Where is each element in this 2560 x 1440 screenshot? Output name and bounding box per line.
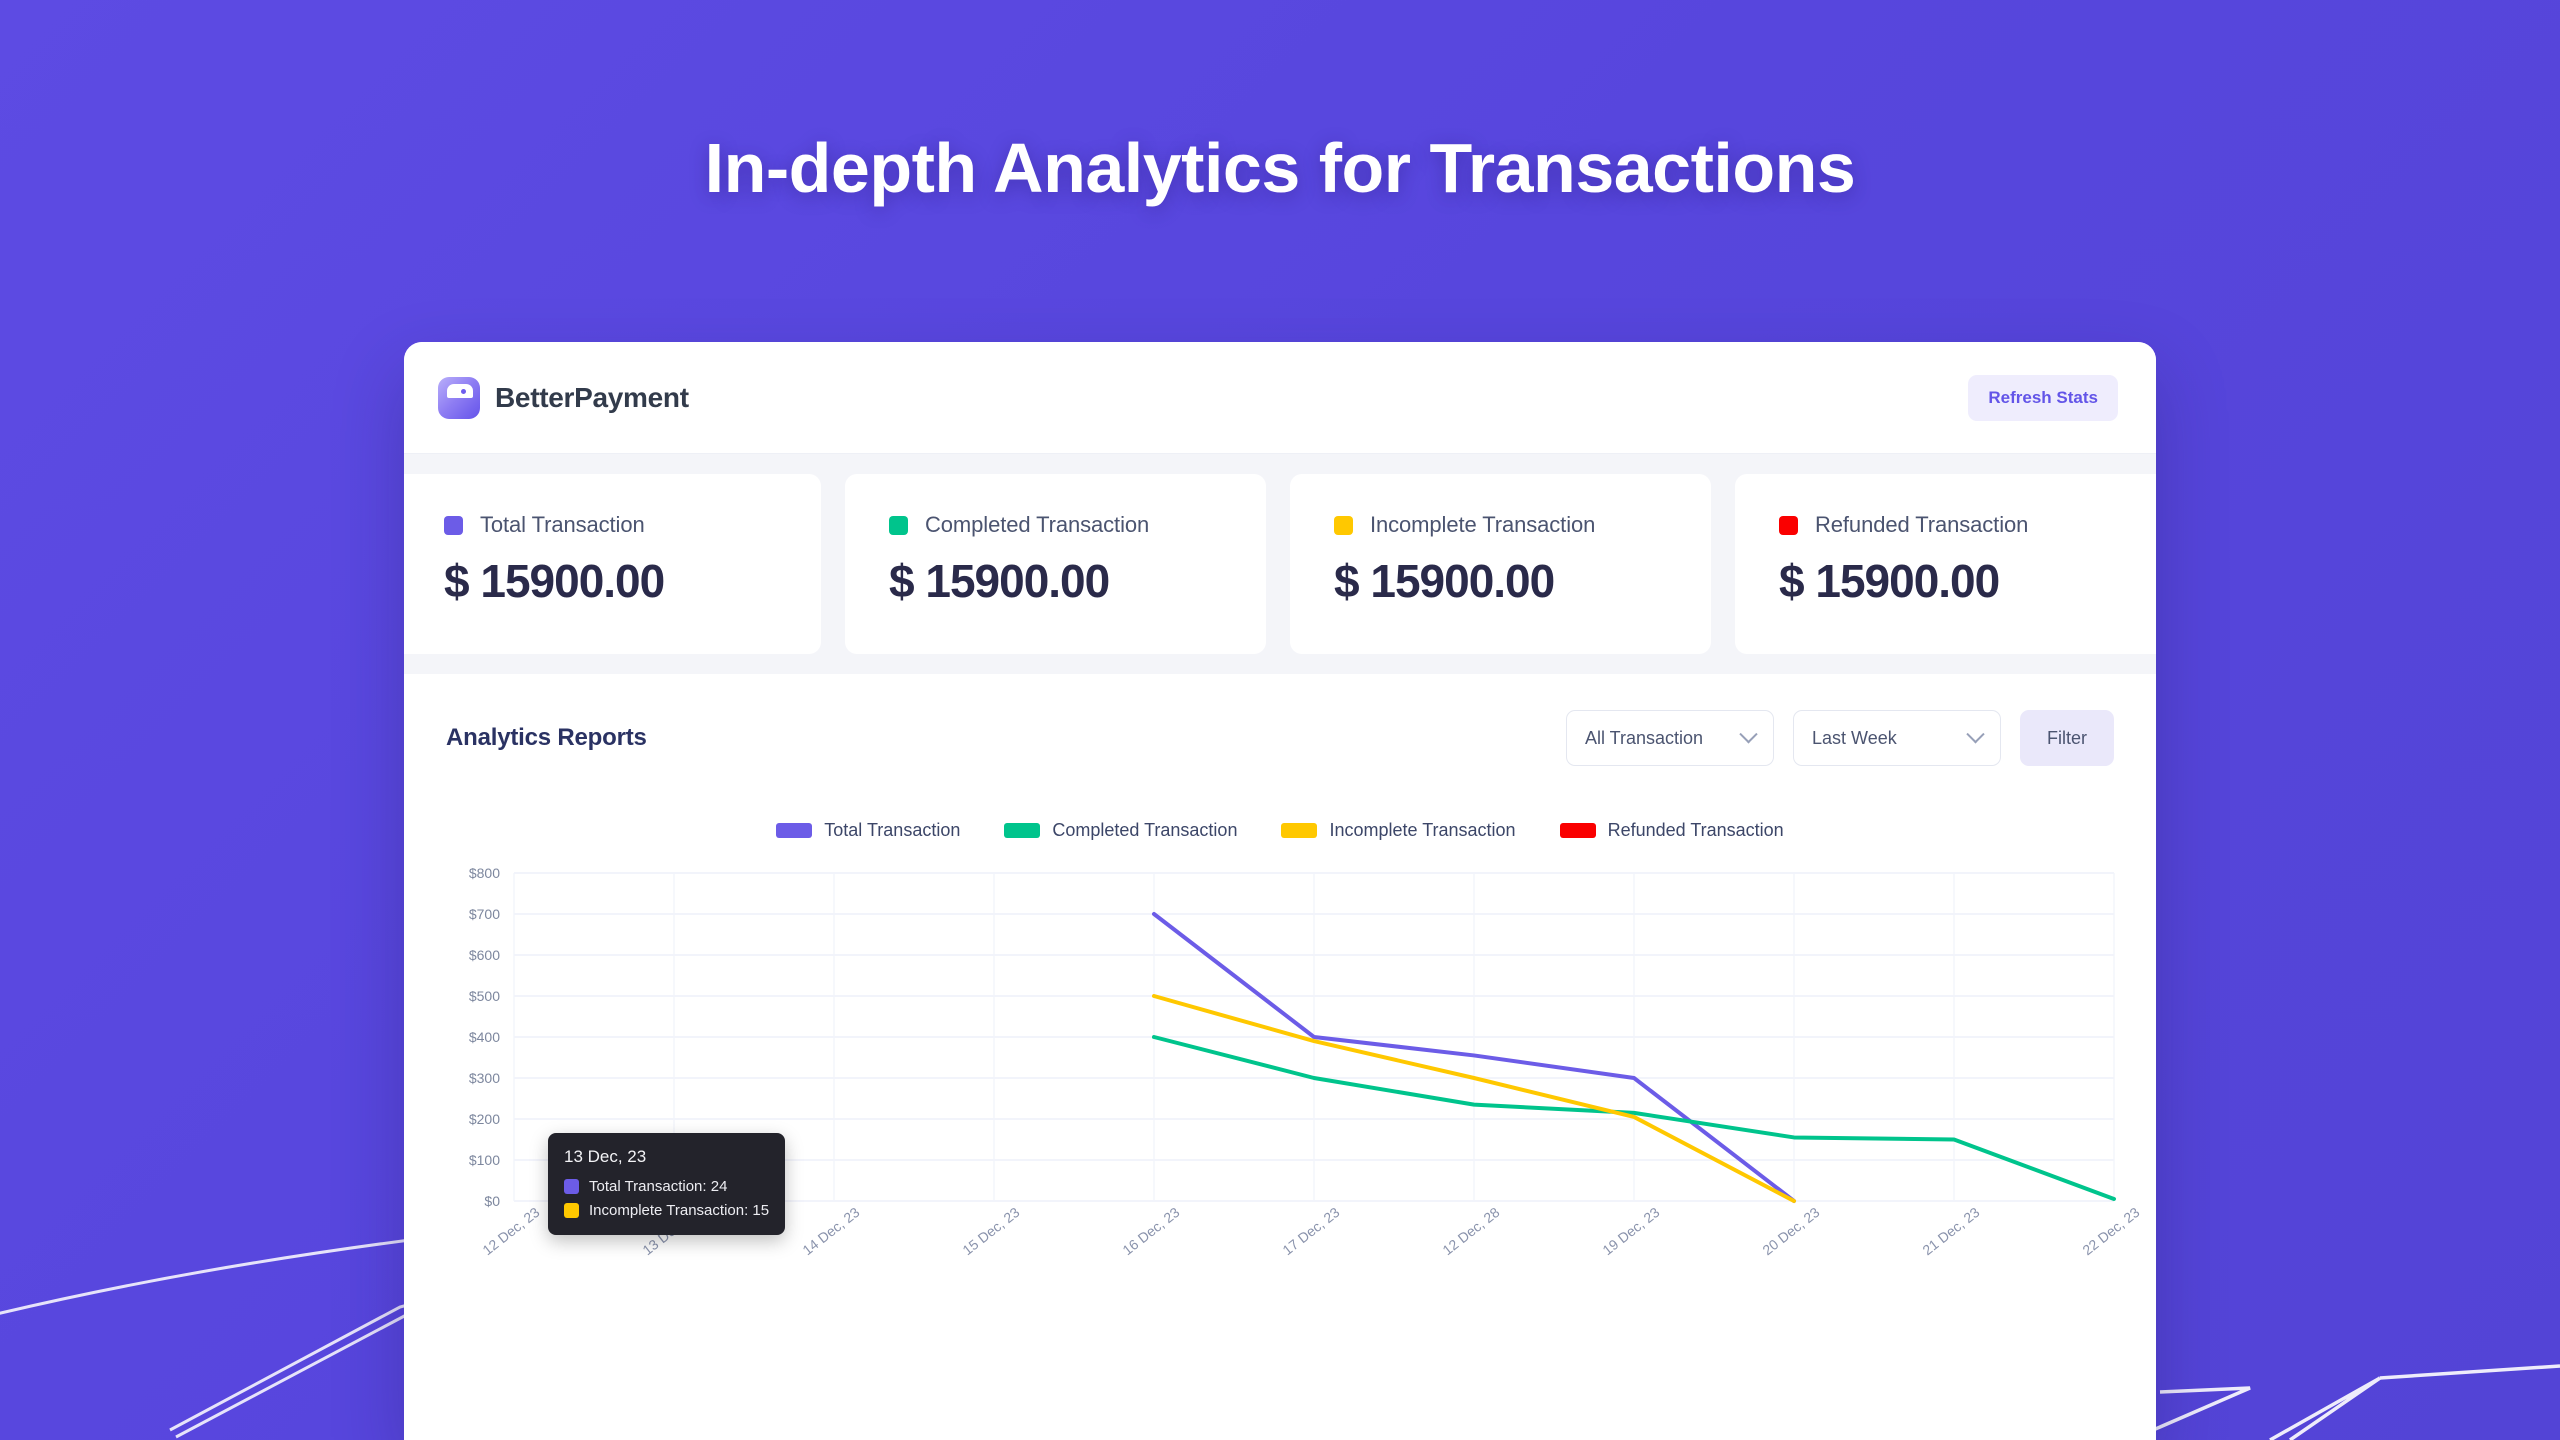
svg-text:21 Dec, 23: 21 Dec, 23 [1919,1204,1982,1258]
svg-text:$800: $800 [469,865,500,881]
wallet-icon [438,376,480,419]
svg-text:22 Dec, 23: 22 Dec, 23 [2079,1204,2142,1258]
period-select[interactable]: Last Week [1793,710,2001,766]
stats-band: Total Transaction $ 15900.00 Completed T… [404,454,2156,674]
stat-label: Incomplete Transaction [1370,512,1596,537]
legend-item-completed[interactable]: Completed Transaction [1004,820,1237,841]
svg-text:$600: $600 [469,947,500,963]
color-swatch-total [444,515,463,535]
tooltip-row-incomplete: Incomplete Transaction: 15 [564,1202,769,1219]
stat-value: $ 15900.00 [889,555,1110,607]
svg-text:$500: $500 [469,988,500,1004]
legend-swatch-total [776,823,813,838]
chevron-down-icon [1739,724,1758,743]
brand: BetterPayment [438,376,689,419]
svg-text:$300: $300 [469,1070,500,1086]
chart-tooltip: 13 Dec, 23 Total Transaction: 24 Incompl… [548,1133,786,1235]
reports-header: Analytics Reports All Transaction Last W… [446,710,2114,766]
tooltip-text: Incomplete Transaction: 15 [589,1202,770,1219]
chart-legend: Total Transaction Completed Transaction … [446,820,2114,841]
svg-text:17 Dec, 23: 17 Dec, 23 [1279,1204,1342,1258]
svg-text:19 Dec, 23: 19 Dec, 23 [1599,1204,1662,1258]
tooltip-text: Total Transaction: 24 [589,1178,728,1195]
app-window: BetterPayment Refresh Stats Total Transa… [404,342,2156,1440]
legend-label: Completed Transaction [1052,820,1238,840]
stat-card-total: Total Transaction $ 15900.00 [404,474,821,654]
svg-text:14 Dec, 23: 14 Dec, 23 [799,1204,862,1258]
stat-head: Total Transaction [444,512,821,538]
legend-item-total[interactable]: Total Transaction [776,820,960,841]
svg-text:$200: $200 [469,1111,500,1127]
stat-label: Total Transaction [480,512,645,537]
period-value: Last Week [1812,727,1897,748]
legend-label: Incomplete Transaction [1329,820,1516,840]
svg-text:12 Dec, 28: 12 Dec, 28 [1439,1204,1502,1258]
page-title: In-depth Analytics for Transactions [704,129,1856,207]
stat-card-incomplete: Incomplete Transaction $ 15900.00 [1290,474,1711,654]
transaction-type-value: All Transaction [1585,727,1704,748]
line-chart[interactable]: $0 $100 $200 $300 $400 $500 $600 $700 $800 12 De… [446,865,2143,1285]
legend-swatch-refunded [1559,823,1596,838]
stat-value: $ 15900.00 [444,555,665,607]
color-swatch-refunded [1779,515,1798,535]
reports-controls: All Transaction Last Week Filter [1566,710,2114,766]
stat-head: Refunded Transaction [1779,512,2156,538]
legend-item-refunded[interactable]: Refunded Transaction [1559,820,1784,841]
brand-name: BetterPayment [495,381,689,413]
svg-text:12 Dec, 23: 12 Dec, 23 [479,1204,542,1258]
legend-item-incomplete[interactable]: Incomplete Transaction [1281,820,1516,841]
stat-value: $ 15900.00 [1334,555,1555,607]
svg-text:20 Dec, 23: 20 Dec, 23 [1759,1204,1822,1258]
tooltip-swatch-total [564,1179,579,1194]
app-topbar: BetterPayment Refresh Stats [404,342,2156,454]
svg-text:$700: $700 [469,906,500,922]
svg-text:$0: $0 [484,1193,500,1209]
legend-label: Refunded Transaction [1607,820,1784,840]
refresh-stats-button[interactable]: Refresh Stats [1968,374,2118,421]
tooltip-swatch-incomplete [564,1203,579,1218]
stat-head: Completed Transaction [889,512,1266,538]
legend-label: Total Transaction [824,820,961,840]
color-swatch-completed [889,515,908,535]
svg-text:16 Dec, 23: 16 Dec, 23 [1119,1204,1182,1258]
stat-card-completed: Completed Transaction $ 15900.00 [845,474,1266,654]
transaction-type-select[interactable]: All Transaction [1566,710,1774,766]
tooltip-date: 13 Dec, 23 [564,1147,647,1166]
tooltip-row-total: Total Transaction: 24 [564,1178,769,1195]
svg-text:$400: $400 [469,1029,500,1045]
legend-swatch-completed [1004,823,1041,838]
stats-row: Total Transaction $ 15900.00 Completed T… [404,474,2156,654]
stat-card-refunded: Refunded Transaction $ 15900.00 [1735,474,2156,654]
stat-value: $ 15900.00 [1779,555,2000,607]
stat-label: Completed Transaction [925,512,1150,537]
svg-text:15 Dec, 23: 15 Dec, 23 [959,1204,1022,1258]
analytics-reports-panel: Analytics Reports All Transaction Last W… [404,674,2156,1285]
reports-title: Analytics Reports [446,724,647,751]
filter-button[interactable]: Filter [2020,710,2114,766]
chart-y-axis-labels: $0 $100 $200 $300 $400 $500 $600 $700 $800 [469,865,500,1209]
chevron-down-icon [1966,724,1985,743]
stat-head: Incomplete Transaction [1334,512,1711,538]
color-swatch-incomplete [1334,515,1353,535]
svg-text:$100: $100 [469,1152,500,1168]
legend-swatch-incomplete [1281,823,1318,838]
stat-label: Refunded Transaction [1815,512,2029,537]
